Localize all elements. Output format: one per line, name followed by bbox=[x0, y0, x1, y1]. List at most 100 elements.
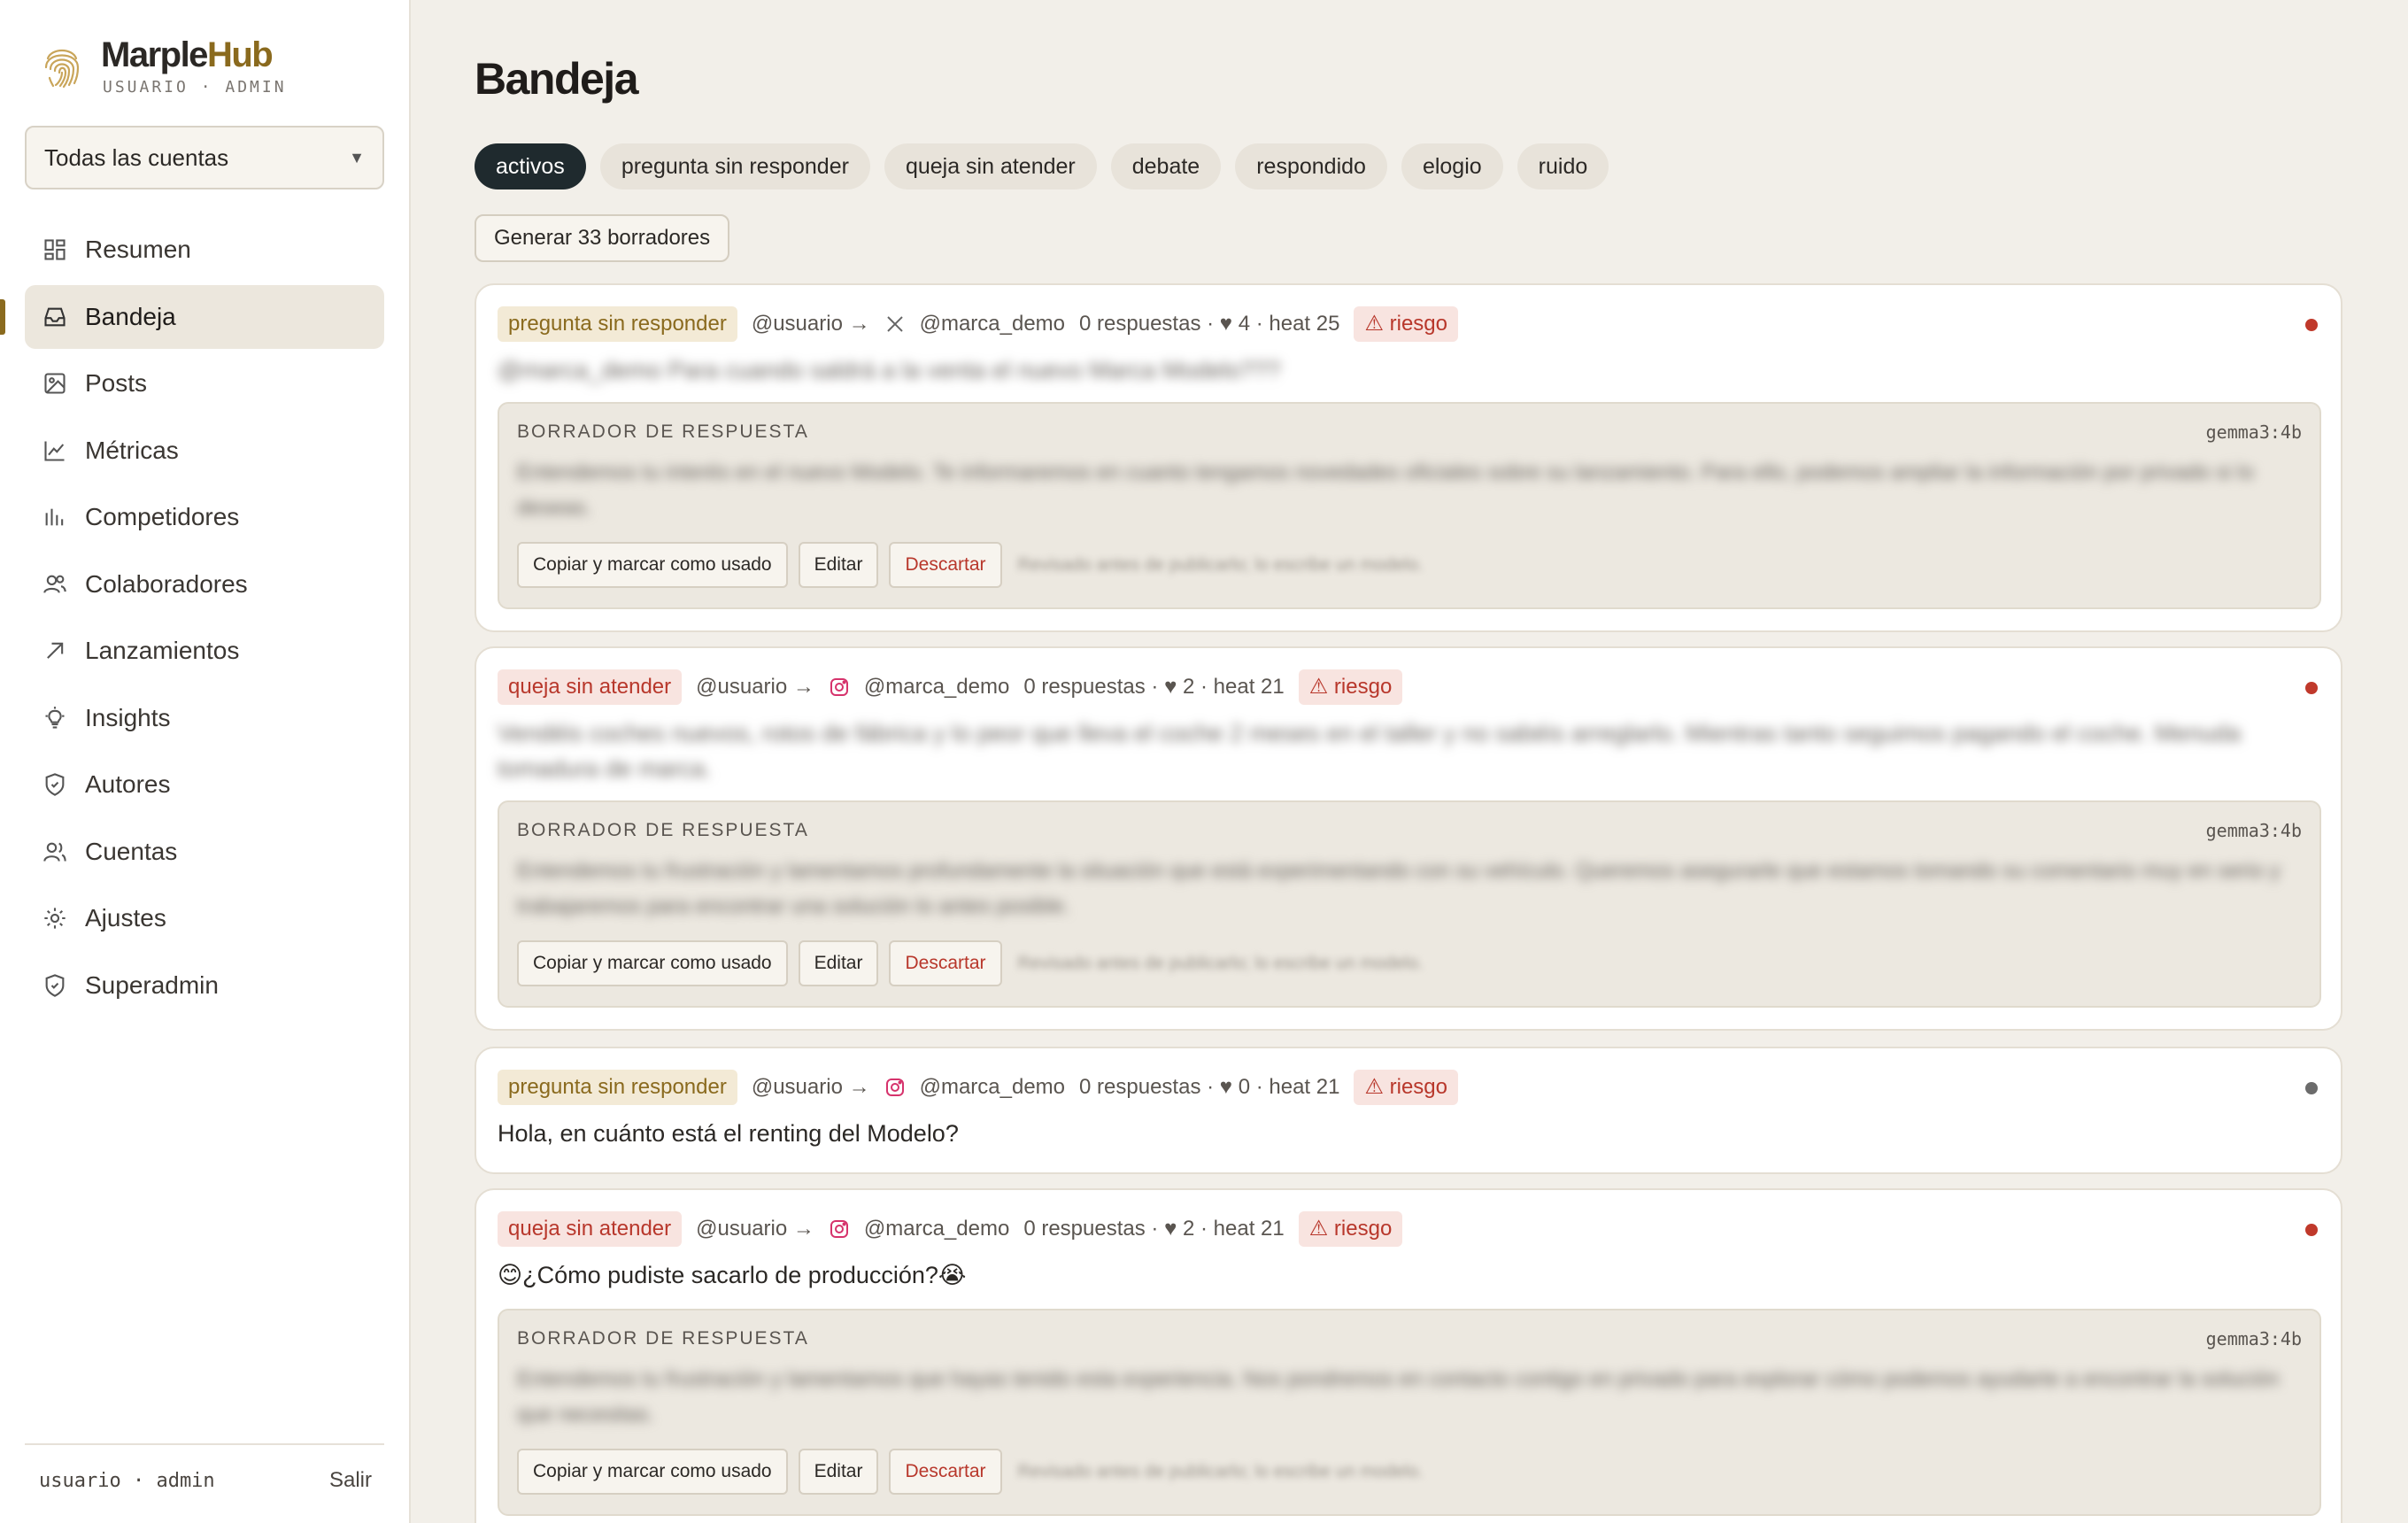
discard-button[interactable]: Descartar bbox=[889, 940, 1002, 986]
status-dot bbox=[2305, 1224, 2318, 1236]
card-header: queja sin atender @usuario → @marca_demo… bbox=[498, 669, 1403, 705]
sidebar-item-autores[interactable]: Autores bbox=[25, 753, 384, 816]
chevron-down-icon: ▼ bbox=[349, 149, 365, 166]
risk-badge: ⚠ riesgo bbox=[1298, 669, 1403, 705]
sidebar-item-ajustes[interactable]: Ajustes bbox=[25, 886, 384, 950]
sender-handle: @usuario → bbox=[696, 675, 814, 699]
card-header: queja sin atender @usuario → @marca_demo… bbox=[498, 1211, 1403, 1247]
sidebar-item-lanzamientos[interactable]: Lanzamientos bbox=[25, 619, 384, 683]
copy-mark-used-button[interactable]: Copiar y marcar como usado bbox=[517, 542, 788, 588]
inbox-card: queja sin atender @usuario → @marca_demo… bbox=[475, 646, 2342, 1031]
sidebar-item-label: Competidores bbox=[85, 503, 240, 530]
sender-handle: @usuario → bbox=[751, 1075, 870, 1099]
filter-chip-queja[interactable]: queja sin atender bbox=[884, 143, 1097, 189]
generate-drafts-button[interactable]: Generar 33 borradores bbox=[475, 214, 730, 262]
draft-actions: Copiar y marcar como usado Editar Descar… bbox=[517, 1449, 1424, 1495]
card-header: pregunta sin responder @usuario → @marca… bbox=[498, 306, 1459, 342]
sidebar-item-label: Bandeja bbox=[85, 302, 176, 330]
edit-button[interactable]: Editar bbox=[798, 1449, 879, 1495]
edit-button[interactable]: Editar bbox=[798, 940, 879, 986]
sidebar-item-insights[interactable]: Insights bbox=[25, 686, 384, 750]
sidebar-item-cuentas[interactable]: Cuentas bbox=[25, 820, 384, 884]
category-tag[interactable]: queja sin atender bbox=[498, 669, 683, 705]
sidebar-item-competidores[interactable]: Competidores bbox=[25, 485, 384, 549]
post-text: Vendéis coches nuevos, rotos de fábrica … bbox=[498, 720, 2242, 782]
gear-icon bbox=[42, 906, 67, 931]
instagram-icon bbox=[829, 676, 850, 698]
draft-model: gemma3:4b bbox=[2205, 1328, 2302, 1349]
card-stats: 0 respuestas · ♥ 2 · heat 21 bbox=[1023, 675, 1285, 699]
category-tag[interactable]: pregunta sin responder bbox=[498, 306, 737, 342]
draft-hint: Revisado antes de publicarlo; lo escribe… bbox=[1017, 1461, 1424, 1481]
brand-handle: @marca_demo bbox=[863, 1217, 1010, 1241]
sidebar-item-label: Métricas bbox=[85, 436, 179, 464]
filter-chips: activos pregunta sin responder queja sin… bbox=[475, 143, 1609, 189]
sender-handle: @usuario → bbox=[751, 312, 870, 336]
copy-mark-used-button[interactable]: Copiar y marcar como usado bbox=[517, 940, 788, 986]
filter-chip-pregunta[interactable]: pregunta sin responder bbox=[599, 143, 870, 189]
draft-hint: Revisado antes de publicarlo; lo escribe… bbox=[1017, 953, 1424, 973]
brand-handle: @marca_demo bbox=[863, 675, 1010, 699]
post-text: Hola, en cuánto está el renting del Mode… bbox=[498, 1120, 959, 1147]
sidebar-item-label: Resumen bbox=[85, 236, 191, 263]
account-select-value: Todas las cuentas bbox=[44, 144, 229, 171]
image-icon bbox=[42, 371, 67, 396]
category-tag[interactable]: queja sin atender bbox=[498, 1211, 683, 1247]
filter-chip-debate[interactable]: debate bbox=[1110, 143, 1222, 189]
risk-badge: ⚠ riesgo bbox=[1354, 306, 1459, 342]
inbox-card: pregunta sin responder @usuario → @marca… bbox=[475, 283, 2342, 632]
draft-text: Entendemos tu frustración y lamentamos q… bbox=[517, 1367, 2280, 1426]
discard-button[interactable]: Descartar bbox=[889, 542, 1002, 588]
sidebar-item-colaboradores[interactable]: Colaboradores bbox=[25, 553, 384, 616]
instagram-icon bbox=[884, 1077, 906, 1098]
sidebar-footer: usuario · admin Salir bbox=[25, 1443, 384, 1505]
edit-button[interactable]: Editar bbox=[798, 542, 879, 588]
arrow-up-right-icon bbox=[42, 638, 67, 663]
brand-handle: @marca_demo bbox=[919, 312, 1066, 336]
page-title: Bandeja bbox=[475, 54, 639, 104]
inbox-card: pregunta sin responder @usuario → @marca… bbox=[475, 1047, 2342, 1174]
shield-icon bbox=[42, 772, 67, 797]
card-stats: 0 respuestas · ♥ 4 · heat 25 bbox=[1079, 312, 1340, 336]
logout-link[interactable]: Salir bbox=[329, 1468, 372, 1493]
dashboard-icon bbox=[42, 237, 67, 262]
sidebar-item-superadmin[interactable]: Superadmin bbox=[25, 954, 384, 1017]
draft-actions: Copiar y marcar como usado Editar Descar… bbox=[517, 542, 1424, 588]
status-dot bbox=[2305, 319, 2318, 331]
discard-button[interactable]: Descartar bbox=[889, 1449, 1002, 1495]
sidebar-item-metricas[interactable]: Métricas bbox=[25, 419, 384, 483]
brand-handle: @marca_demo bbox=[919, 1075, 1066, 1099]
draft-reply: BORRADOR DE RESPUESTA gemma3:4b Entendem… bbox=[498, 402, 2321, 609]
inbox-card: queja sin atender @usuario → @marca_demo… bbox=[475, 1188, 2342, 1523]
filter-chip-ruido[interactable]: ruido bbox=[1517, 143, 1609, 189]
instagram-icon bbox=[829, 1218, 850, 1240]
shield-check-icon bbox=[42, 973, 67, 998]
sender-handle: @usuario → bbox=[696, 1217, 814, 1241]
post-text: 😊¿Cómo pudiste sacarlo de producción?😭 bbox=[498, 1262, 967, 1288]
filter-chip-elogio[interactable]: elogio bbox=[1401, 143, 1503, 189]
card-stats: 0 respuestas · ♥ 2 · heat 21 bbox=[1023, 1217, 1285, 1241]
sidebar-item-resumen[interactable]: Resumen bbox=[25, 218, 384, 282]
draft-reply: BORRADOR DE RESPUESTA gemma3:4b Entendem… bbox=[498, 1309, 2321, 1516]
sidebar-nav: Resumen Bandeja Posts Métricas Competido… bbox=[0, 218, 384, 1020]
category-tag[interactable]: pregunta sin responder bbox=[498, 1070, 737, 1105]
sidebar-item-label: Lanzamientos bbox=[85, 637, 240, 664]
user-group-icon bbox=[42, 839, 67, 864]
draft-label: BORRADOR DE RESPUESTA bbox=[517, 1328, 809, 1349]
sidebar-item-label: Colaboradores bbox=[85, 569, 248, 598]
sidebar-item-label: Insights bbox=[85, 703, 171, 731]
sidebar-item-posts[interactable]: Posts bbox=[25, 352, 384, 415]
sidebar-item-bandeja[interactable]: Bandeja bbox=[0, 284, 384, 349]
brand-subtitle: USUARIO · ADMIN bbox=[103, 78, 287, 97]
brand: MarpleHub USUARIO · ADMIN bbox=[42, 35, 397, 106]
card-header: pregunta sin responder @usuario → @marca… bbox=[498, 1070, 1459, 1105]
line-chart-icon bbox=[42, 438, 67, 463]
account-select[interactable]: Todas las cuentas ▼ bbox=[25, 126, 384, 189]
filter-chip-activos[interactable]: activos bbox=[475, 143, 586, 189]
draft-model: gemma3:4b bbox=[2205, 820, 2302, 841]
fingerprint-logo-icon bbox=[44, 49, 80, 89]
copy-mark-used-button[interactable]: Copiar y marcar como usado bbox=[517, 1449, 788, 1495]
filter-chip-respondido[interactable]: respondido bbox=[1235, 143, 1387, 189]
users-icon bbox=[42, 572, 67, 597]
draft-label: BORRADOR DE RESPUESTA bbox=[517, 421, 809, 442]
